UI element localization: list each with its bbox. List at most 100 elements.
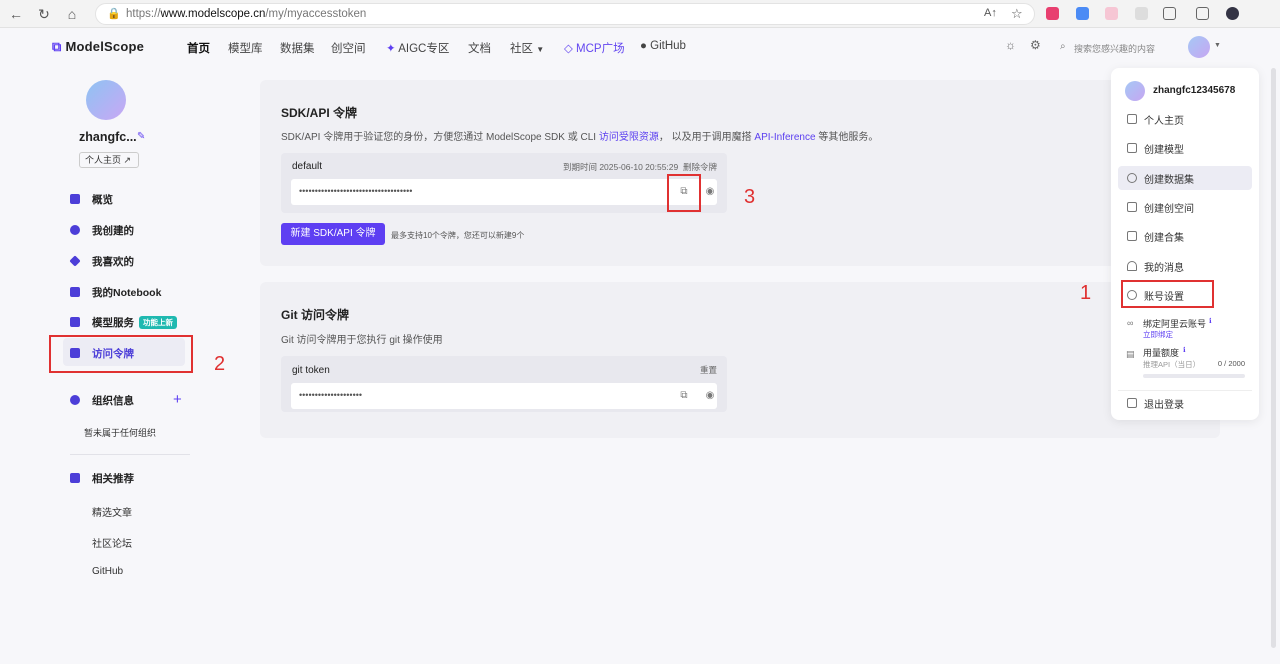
menu-item-create-space[interactable]: 创建创空间 bbox=[1118, 195, 1252, 219]
info-icon[interactable]: ℹ bbox=[1183, 346, 1186, 354]
sidebar-item-label: 我的Notebook bbox=[92, 286, 162, 299]
mcp-icon: ◇ bbox=[564, 43, 577, 55]
quota-progress-bar bbox=[1143, 374, 1245, 378]
sidebar-rec-title: 相关推荐 bbox=[70, 468, 134, 488]
logo[interactable]: ⧉ ModelScope bbox=[52, 39, 144, 55]
menu-item-logout[interactable]: 退出登录 bbox=[1118, 391, 1252, 415]
nav-aigc[interactable]: ✦ AIGC专区 bbox=[386, 40, 449, 56]
new-sdk-token-button[interactable]: 新建 SDK/API 令牌 bbox=[281, 223, 385, 245]
menu-item-create-collection[interactable]: 创建合集 bbox=[1118, 224, 1252, 248]
nav-home[interactable]: 首页 bbox=[187, 40, 210, 56]
nav-datasets[interactable]: 数据集 bbox=[280, 40, 315, 56]
nav-mcp[interactable]: ◇ MCP广场 bbox=[564, 40, 625, 56]
menu-item-create-dataset[interactable]: 创建数据集 bbox=[1118, 166, 1252, 190]
home-icon[interactable]: ⌂ bbox=[62, 4, 82, 24]
sdk-card-title: SDK/API 令牌 bbox=[281, 106, 358, 120]
dataset-icon bbox=[1127, 173, 1137, 183]
refresh-icon[interactable]: ↻ bbox=[34, 4, 54, 24]
search-placeholder: 搜索您感兴趣的内容 bbox=[1074, 44, 1156, 54]
sidebar-item-notebook[interactable]: 我的Notebook bbox=[70, 282, 161, 302]
new-feature-badge: 功能上新 bbox=[139, 315, 177, 329]
sidebar-org-title: 组织信息 bbox=[70, 390, 134, 410]
menu-item-label: 创建模型 bbox=[1144, 144, 1184, 156]
annotation-box-3 bbox=[667, 174, 701, 212]
sidebar-item-label: 概览 bbox=[92, 193, 113, 206]
menu-item-messages[interactable]: 我的消息 bbox=[1118, 254, 1252, 278]
sidebar-item-liked[interactable]: 我喜欢的 bbox=[69, 251, 134, 271]
api-inference-link[interactable]: API-Inference bbox=[754, 132, 815, 143]
desc-text: 等其他服务。 bbox=[815, 132, 879, 143]
reset-token-link[interactable]: 重置 bbox=[700, 364, 717, 376]
home-icon bbox=[70, 194, 80, 204]
restricted-resources-link[interactable]: 访问受限资源 bbox=[599, 132, 659, 143]
link-icon: ∞ bbox=[1127, 318, 1134, 328]
bind-now-link[interactable]: 立即绑定 bbox=[1143, 329, 1173, 340]
collections-icon[interactable] bbox=[1196, 7, 1209, 20]
menu-item-label: 我的消息 bbox=[1144, 262, 1184, 274]
home-icon bbox=[1127, 114, 1137, 124]
nav-docs[interactable]: 文档 bbox=[468, 40, 491, 56]
browser-toolbar: ← ↻ ⌂ 🔒 https://www.modelscope.cn/my/mya… bbox=[0, 0, 1280, 28]
nav-community[interactable]: 社区 ▼ bbox=[510, 40, 544, 56]
sdk-token-field[interactable]: •••••••••••••••••••••••••••••••••••• ⧉ ◉ bbox=[291, 179, 717, 205]
menu-item-profile[interactable]: 个人主页 bbox=[1118, 107, 1252, 131]
cube-icon bbox=[1127, 143, 1137, 153]
menu-item-label: 创建合集 bbox=[1144, 232, 1184, 244]
eye-icon[interactable]: ◉ bbox=[703, 185, 717, 199]
rec-item-forum[interactable]: 社区论坛 bbox=[92, 535, 132, 550]
nav-aigc-label: AIGC专区 bbox=[398, 43, 450, 55]
extension-icon[interactable] bbox=[1105, 7, 1118, 20]
profile-icon[interactable] bbox=[1226, 7, 1239, 20]
profile-button[interactable]: 个人主页 ↗ bbox=[79, 152, 139, 168]
sidebar-item-overview[interactable]: 概览 bbox=[70, 189, 113, 209]
chart-icon: ▤ bbox=[1126, 349, 1135, 359]
annotation-number-3: 3 bbox=[744, 186, 756, 208]
collection-icon bbox=[1127, 231, 1137, 241]
annotation-number-1: 1 bbox=[1080, 282, 1092, 304]
extension-icon[interactable] bbox=[1135, 7, 1148, 20]
git-token-item: git token 重置 •••••••••••••••••••• ⧉ ◉ bbox=[281, 356, 727, 412]
user-dropdown-menu: zhangfc12345678 个人主页 创建模型 创建数据集 创建创空间 创建… bbox=[1111, 68, 1259, 420]
theme-toggle-icon[interactable]: ☼ bbox=[1005, 38, 1016, 52]
nav-models[interactable]: 模型库 bbox=[228, 40, 263, 56]
git-token-field[interactable]: •••••••••••••••••••• ⧉ ◉ bbox=[291, 383, 717, 409]
sdk-token-item: default 到期时间 2025-06-10 20:55:29 删除令牌 ••… bbox=[281, 153, 727, 213]
sdk-card-desc: SDK/API 令牌用于验证您的身份，方便您通过 ModelScope SDK … bbox=[281, 128, 878, 143]
read-aloud-icon[interactable]: A↑ bbox=[984, 7, 997, 19]
edit-icon[interactable]: ✎ bbox=[137, 131, 145, 142]
nav-spaces[interactable]: 创空间 bbox=[331, 40, 366, 56]
sidebar-rec-label: 相关推荐 bbox=[92, 472, 134, 485]
favorite-star-icon[interactable]: ☆ bbox=[1011, 6, 1023, 22]
sidebar-item-created[interactable]: 我创建的 bbox=[70, 220, 134, 240]
nav-community-label: 社区 bbox=[510, 43, 533, 55]
sidebar-item-label: 我创建的 bbox=[92, 224, 134, 237]
divider bbox=[70, 454, 190, 455]
info-icon[interactable]: ℹ bbox=[1209, 317, 1212, 325]
extension-icon[interactable] bbox=[1076, 7, 1089, 20]
add-org-icon[interactable]: + bbox=[173, 391, 182, 408]
created-icon bbox=[70, 225, 80, 235]
sidebar-item-label: 我喜欢的 bbox=[92, 255, 134, 268]
rec-item-articles[interactable]: 精选文章 bbox=[92, 504, 132, 519]
search-box[interactable]: ⌕ 搜索您感兴趣的内容 bbox=[1052, 36, 1172, 58]
caret-down-icon[interactable]: ▼ bbox=[1214, 42, 1221, 49]
eye-icon[interactable]: ◉ bbox=[703, 389, 717, 403]
nav-github[interactable]: ● GitHub bbox=[640, 40, 686, 52]
delete-token-link[interactable]: 删除令牌 bbox=[683, 162, 717, 172]
url-scheme: https:// bbox=[126, 8, 161, 20]
token-meta: 到期时间 2025-06-10 20:55:29 删除令牌 bbox=[563, 161, 717, 173]
menu-item-create-model[interactable]: 创建模型 bbox=[1118, 136, 1252, 160]
rec-item-github[interactable]: GitHub bbox=[92, 566, 123, 577]
copy-icon[interactable]: ⧉ bbox=[677, 389, 691, 403]
extensions-icon[interactable] bbox=[1163, 7, 1176, 20]
address-bar[interactable]: 🔒 https://www.modelscope.cn/my/myaccesst… bbox=[95, 3, 1035, 25]
back-icon[interactable]: ← bbox=[6, 4, 26, 24]
extension-icon[interactable] bbox=[1046, 7, 1059, 20]
language-icon[interactable]: ⚙ bbox=[1030, 38, 1041, 52]
scrollbar[interactable] bbox=[1271, 68, 1276, 648]
sidebar-item-model-service[interactable]: 模型服务 功能上新 bbox=[70, 312, 177, 332]
avatar[interactable] bbox=[1188, 36, 1210, 58]
group-icon bbox=[70, 395, 80, 405]
token-name: git token bbox=[292, 365, 330, 376]
profile-avatar bbox=[86, 80, 126, 120]
